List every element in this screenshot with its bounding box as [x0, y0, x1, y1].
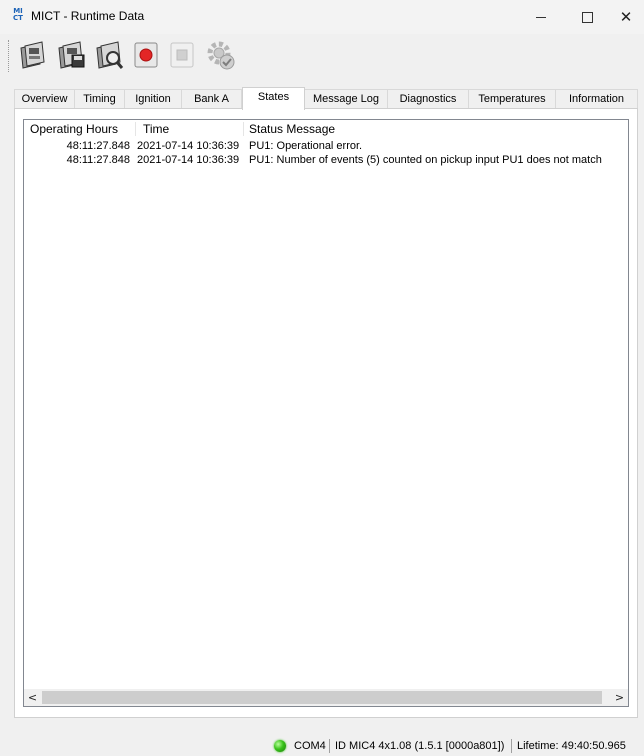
- com-port-label: COM4: [294, 740, 326, 752]
- inspect-data-icon: [96, 41, 124, 69]
- status-bar: COM4 ID MIC4 4x1.08 (1.5.1 [0000a801]) L…: [0, 736, 644, 756]
- column-header-operating-hours[interactable]: Operating Hours: [30, 120, 118, 138]
- minimize-button[interactable]: [518, 0, 564, 34]
- status-message-cell: PU1: Operational error.: [249, 140, 363, 152]
- read-data-button[interactable]: [16, 38, 48, 72]
- horizontal-scrollbar[interactable]: < >: [24, 689, 628, 706]
- tab-bank-a[interactable]: Bank A: [181, 89, 242, 109]
- window-title: MICT - Runtime Data: [31, 9, 145, 23]
- column-divider[interactable]: [135, 122, 136, 136]
- tab-states[interactable]: States: [242, 87, 305, 110]
- title-bar[interactable]: MI CT MICT - Runtime Data ✕: [0, 0, 644, 34]
- connection-status-led-icon: [274, 740, 286, 752]
- record-icon: [134, 42, 158, 68]
- lifetime-label: Lifetime: 49:40:50.965: [517, 740, 626, 752]
- time-cell: 2021-07-14 10:36:39: [137, 154, 240, 166]
- tab-overview[interactable]: Overview: [14, 89, 75, 109]
- inspect-data-button[interactable]: [92, 38, 124, 72]
- tab-information[interactable]: Information: [555, 89, 638, 109]
- status-divider: [329, 739, 330, 753]
- tab-strip: Overview Timing Ignition Bank A States M…: [14, 87, 639, 110]
- column-divider[interactable]: [243, 122, 244, 136]
- tab-temperatures[interactable]: Temperatures: [468, 89, 556, 109]
- app-logo-icon: MI CT: [13, 7, 23, 22]
- scroll-right-icon[interactable]: >: [611, 689, 628, 706]
- scrollbar-thumb[interactable]: [42, 691, 602, 704]
- list-header: Operating Hours Time Status Message: [24, 120, 628, 138]
- column-header-status-message[interactable]: Status Message: [249, 120, 335, 138]
- stop-button[interactable]: [166, 38, 198, 72]
- scroll-left-icon[interactable]: <: [24, 689, 41, 706]
- status-message-list[interactable]: Operating Hours Time Status Message 48:1…: [23, 119, 629, 707]
- save-data-button[interactable]: [54, 38, 86, 72]
- status-message-cell: PU1: Number of events (5) counted on pic…: [249, 154, 602, 166]
- settings-gear-icon: [207, 41, 235, 70]
- save-data-icon: [58, 41, 85, 69]
- record-button[interactable]: [130, 38, 162, 72]
- tab-message-log[interactable]: Message Log: [304, 89, 388, 109]
- device-id-label: ID MIC4 4x1.08 (1.5.1 [0000a801]): [335, 740, 505, 752]
- operating-hours-cell: 48:11:27.848: [66, 140, 130, 152]
- tab-timing[interactable]: Timing: [74, 89, 125, 109]
- list-item[interactable]: 48:11:27.848 2021-07-14 10:36:39 PU1: Nu…: [24, 153, 628, 167]
- tab-diagnostics[interactable]: Diagnostics: [387, 89, 469, 109]
- close-button[interactable]: ✕: [603, 0, 644, 34]
- close-icon: ✕: [619, 8, 633, 26]
- read-data-icon: [20, 41, 45, 69]
- stop-icon: [170, 42, 194, 68]
- toolbar: [8, 36, 258, 76]
- status-divider: [511, 739, 512, 753]
- time-cell: 2021-07-14 10:36:39: [137, 140, 240, 152]
- minimize-icon: [536, 16, 546, 18]
- column-header-time[interactable]: Time: [143, 120, 169, 138]
- tab-ignition[interactable]: Ignition: [124, 89, 182, 109]
- operating-hours-cell: 48:11:27.848: [66, 154, 130, 166]
- toolbar-grip[interactable]: [8, 40, 12, 72]
- states-tab-panel: Operating Hours Time Status Message 48:1…: [14, 108, 638, 718]
- settings-button[interactable]: [204, 38, 236, 72]
- maximize-icon: [581, 11, 593, 23]
- runtime-data-window: MI CT MICT - Runtime Data ✕ Overview Tim…: [0, 0, 644, 756]
- list-item[interactable]: 48:11:27.848 2021-07-14 10:36:39 PU1: Op…: [24, 139, 628, 153]
